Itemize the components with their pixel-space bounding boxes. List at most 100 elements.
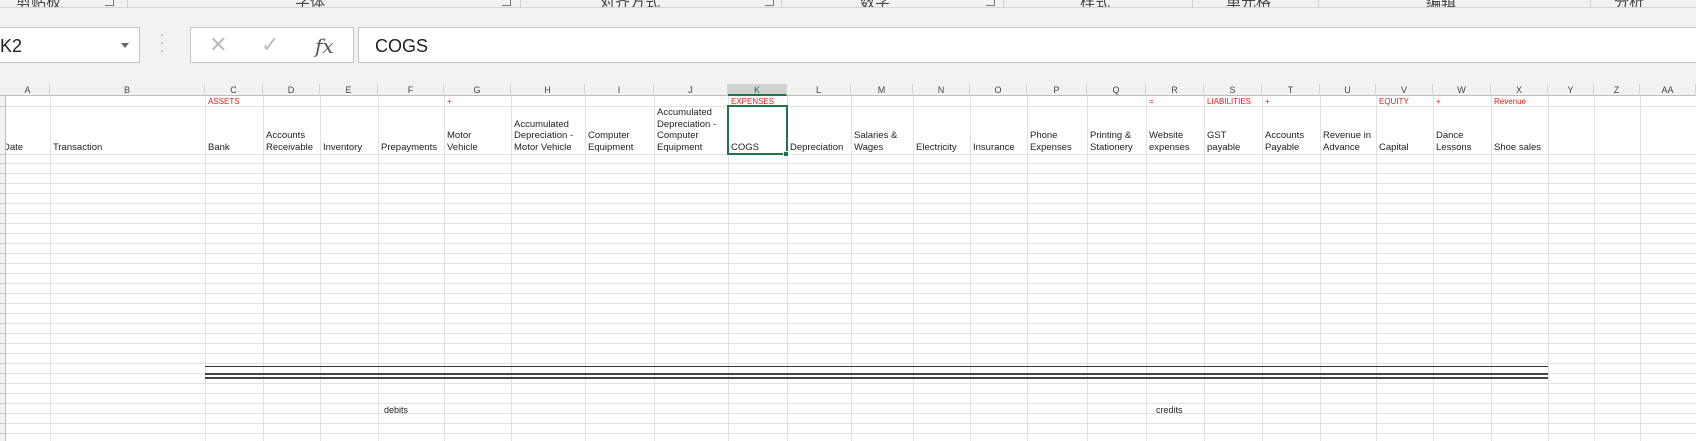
header-cell-e[interactable]: Inventory [323,106,377,153]
formula-input[interactable]: COGS [358,27,1696,63]
column-header-c[interactable]: C [205,84,263,96]
column-gridline [320,96,321,441]
column-header-j[interactable]: J [654,84,728,96]
dialog-launcher-icon[interactable] [765,0,774,6]
column-header-t[interactable]: T [1262,84,1320,96]
header-cell-f[interactable]: Prepayments [381,106,443,153]
column-header-z[interactable]: Z [1594,84,1640,96]
column-header-n[interactable]: N [913,84,970,96]
row-gridline [6,433,1696,434]
header-cell-j[interactable]: Accumulated Depreciation - Computer Equi… [657,106,727,153]
column-header-e[interactable]: E [320,84,378,96]
selected-cell-outline[interactable] [727,105,788,155]
row-gridline [6,423,1696,424]
header-cell-o[interactable]: Insurance [973,106,1026,153]
header-cell-m[interactable]: Salaries & Wages [854,106,912,153]
header-cell-g[interactable]: Motor Vehicle [447,106,510,153]
check-icon[interactable]: ✓ [261,34,279,56]
ribbon-group-editing[interactable]: 编辑 [1426,0,1456,7]
row-gridline [6,393,1696,394]
column-gridline [1320,96,1321,441]
header-cell-text: Shoe sales [1494,141,1542,153]
column-header-d[interactable]: D [263,84,320,96]
header-cell-n[interactable]: Electricity [916,106,969,153]
ribbon-group-font[interactable]: 字体 [295,0,325,7]
column-header-m[interactable]: M [851,84,913,96]
name-box-value[interactable]: K2 [0,36,22,57]
chevron-down-icon[interactable] [121,43,129,48]
column-gridline [1491,96,1492,441]
column-header-x[interactable]: X [1491,84,1548,96]
header-cell-v[interactable]: Capital [1379,106,1432,153]
header-cell-b[interactable]: Transaction [53,106,204,153]
row-gridline [6,283,1696,284]
row-gridline [6,243,1696,244]
more-options-icon[interactable]: · · · [160,27,165,57]
debits-label[interactable]: debits [384,405,408,417]
column-header-p[interactable]: P [1027,84,1087,96]
row-gridline [6,383,1696,384]
column-header-u[interactable]: U [1320,84,1376,96]
header-cell-w[interactable]: Dance Lessons [1436,106,1490,153]
column-header-o[interactable]: O [970,84,1027,96]
function-icon[interactable]: fx [315,35,334,57]
header-cell-text: Accounts Payable [1265,130,1305,153]
formula-buttons: ✕ ✓ fx [190,27,354,63]
column-header-v[interactable]: V [1376,84,1433,96]
header-cell-p[interactable]: Phone Expenses [1030,106,1086,153]
worksheet-grid[interactable]: A B C D E F G H I J K L M N O P Q R S T U V W X Y Z AA ASSETS + EXPE… [0,84,1696,441]
header-cell-l[interactable]: Depreciation [790,106,850,153]
header-cell-u[interactable]: Revenue in Advance [1323,106,1375,153]
column-header-k[interactable]: K [728,84,787,96]
fill-handle[interactable] [783,151,789,157]
row-gridline [6,263,1696,264]
column-header-q[interactable]: Q [1087,84,1146,96]
column-header-s[interactable]: S [1204,84,1262,96]
column-gridline [1640,96,1641,441]
credits-label[interactable]: credits [1156,405,1183,417]
column-header-l[interactable]: L [787,84,851,96]
column-header-a[interactable]: A [6,84,50,96]
ribbon-group-clipboard[interactable]: 剪贴板 [16,0,61,7]
column-gridline [1433,96,1434,441]
formula-input-value[interactable]: COGS [375,36,428,57]
ribbon-group-styles[interactable]: 样式 [1080,0,1110,7]
header-cell-text: Phone Expenses [1030,130,1072,153]
header-cell-d[interactable]: Accounts Receivable [266,106,319,153]
dialog-launcher-icon[interactable] [502,0,511,6]
column-header-b[interactable]: B [50,84,205,96]
column-header-f[interactable]: F [378,84,444,96]
row-gridline [6,353,1696,354]
column-header-h[interactable]: H [511,84,585,96]
header-cell-text: Inventory [323,141,363,153]
header-cell-text: Depreciation [790,141,844,153]
header-cell-t[interactable]: Accounts Payable [1265,106,1319,153]
header-cell-i[interactable]: Computer Equipment [588,106,653,153]
column-header-y[interactable]: Y [1548,84,1594,96]
column-header-w[interactable]: W [1433,84,1491,96]
header-cell-r[interactable]: Website expenses [1149,106,1203,153]
header-cell-text: Accumulated Depreciation - Computer Equi… [657,107,717,153]
header-cell-h[interactable]: Accumulated Depreciation - Motor Vehicle [514,106,584,153]
column-header-aa[interactable]: AA [1640,84,1696,96]
header-cell-a[interactable]: Date [6,106,49,153]
header-cell-c[interactable]: Bank [208,106,262,153]
dialog-launcher-icon[interactable] [986,0,995,6]
dialog-launcher-icon[interactable] [105,0,114,6]
cell-area[interactable]: ASSETS + EXPENSES = LIABILITIES + EQUITY + Reven… [6,96,1696,441]
ribbon-group-cells[interactable]: 单元格 [1226,0,1271,7]
ribbon-group-analysis[interactable]: 分析 [1614,0,1644,7]
ribbon-separator [520,0,521,7]
column-header-g[interactable]: G [444,84,511,96]
ribbon-group-alignment[interactable]: 对齐方式 [600,0,660,7]
header-cell-q[interactable]: Printing & Stationery [1090,106,1145,153]
header-cell-s[interactable]: GST payable [1207,106,1261,153]
column-gridline [444,96,445,441]
row-gridline [6,273,1696,274]
column-header-i[interactable]: I [585,84,654,96]
ribbon-group-number[interactable]: 数字 [860,0,890,7]
close-icon[interactable]: ✕ [209,34,227,56]
header-cell-x[interactable]: Shoe sales [1494,106,1547,153]
column-header-r[interactable]: R [1146,84,1204,96]
name-box[interactable]: K2 [0,27,140,63]
